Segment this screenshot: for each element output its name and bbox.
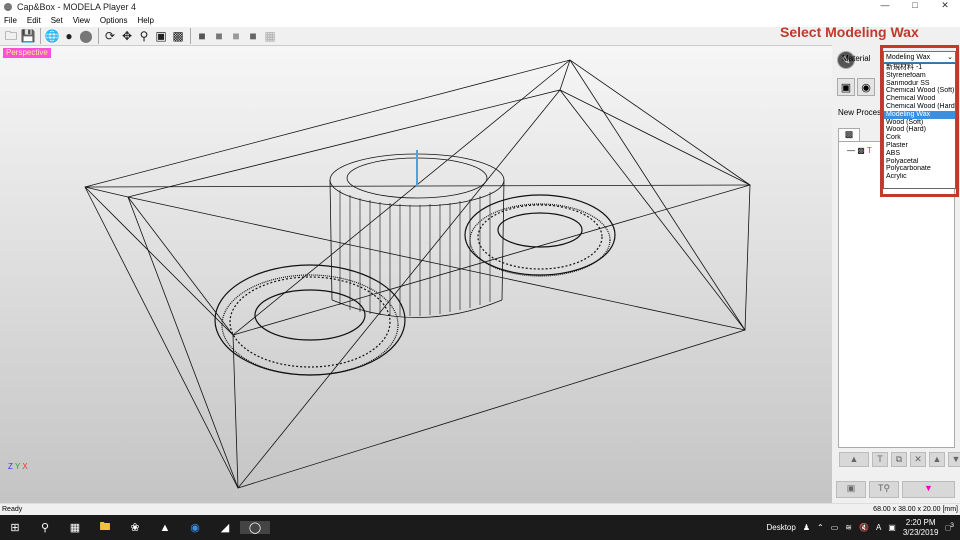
zoom-icon[interactable]: ⚲ <box>136 28 152 44</box>
cut-icon[interactable]: ▼ <box>902 481 955 498</box>
move-down-icon[interactable]: ▼ <box>948 452 960 467</box>
people-icon[interactable]: ♟ <box>803 523 810 532</box>
tool-check-icon[interactable]: T <box>872 452 888 467</box>
status-text: Ready <box>2 506 23 513</box>
view-mode-label: Perspective <box>3 48 51 58</box>
notification-count: 3 <box>950 522 954 530</box>
torus-wireframe <box>214 194 616 376</box>
maximize-button[interactable]: □ <box>900 0 930 11</box>
tool-search-icon[interactable]: T⚲ <box>869 481 899 498</box>
view-front-icon[interactable]: ■ <box>211 28 227 44</box>
menu-view[interactable]: View <box>73 16 90 25</box>
app-icon-3[interactable]: ◉ <box>180 521 210 534</box>
status-bar: Ready 68.00 x 38.00 x 20.00 [mm] <box>0 503 960 515</box>
menu-file[interactable]: File <box>4 16 17 25</box>
notifications-icon[interactable]: □3 <box>945 522 954 533</box>
delete-icon[interactable]: ✕ <box>910 452 926 467</box>
save-icon[interactable]: 💾 <box>20 28 36 44</box>
date: 3/23/2019 <box>902 527 939 537</box>
axis-indicator: Z Y X <box>8 462 28 471</box>
model-setting-icon[interactable]: ◉ <box>857 78 875 96</box>
process-buttons: ▲ T ⧉ ✕ ▲ ▼ <box>839 452 960 467</box>
copy-icon[interactable]: ⧉ <box>891 452 907 467</box>
modela-player-taskbar-icon[interactable]: ◯ <box>240 521 270 534</box>
menu-edit[interactable]: Edit <box>27 16 41 25</box>
app-icon-4[interactable]: ◢ <box>210 521 240 534</box>
preview-icon[interactable]: ▣ <box>836 481 866 498</box>
app-icon <box>4 2 12 11</box>
3d-viewport[interactable] <box>0 46 832 503</box>
menu-help[interactable]: Help <box>137 16 153 25</box>
search-icon[interactable]: ⚲ <box>30 521 60 534</box>
add-process-icon[interactable]: ▲ <box>839 452 869 467</box>
close-button[interactable]: ✕ <box>930 0 960 11</box>
stock-box-wireframe <box>84 59 751 489</box>
separator <box>40 28 41 44</box>
tree-tab[interactable]: ▩ <box>838 128 860 142</box>
view-left-icon[interactable]: ■ <box>245 28 261 44</box>
wireframe-model <box>84 59 751 489</box>
material-label: Material <box>842 54 871 63</box>
wifi-icon[interactable]: ≋ <box>845 523 852 532</box>
ime-icon[interactable]: A <box>876 523 881 532</box>
mute-icon[interactable]: 🔇 <box>859 523 869 532</box>
tree-node-model[interactable]: — ▩ T <box>847 146 872 155</box>
system-tray: Desktop ♟ ⌃ ▭ ≋ 🔇 A ▣ 2:20 PM 3/23/2019 □… <box>766 515 960 540</box>
instruction-callout: Select Modeling Wax <box>780 24 919 40</box>
axis-z: Z <box>8 462 13 471</box>
wireframe-icon[interactable]: 🌐 <box>44 28 60 44</box>
axis-x: X <box>22 462 28 471</box>
highlight-box <box>880 45 959 197</box>
shaded-sphere-icon[interactable]: ⬤ <box>78 28 94 44</box>
toolbar: 🗀 💾 🌐 ● ⬤ ⟳ ✥ ⚲ ▣ ▩ ■ ■ ■ ■ ▦ <box>0 27 832 46</box>
shaded-sphere-grid-icon[interactable]: ● <box>61 28 77 44</box>
windows-start-icon[interactable]: ⊞ <box>0 521 30 534</box>
separator <box>190 28 191 44</box>
cylinder-wireframe <box>329 150 505 318</box>
app-tray-icon[interactable]: ▣ <box>888 523 896 532</box>
menu-set[interactable]: Set <box>51 16 63 25</box>
zoom-region-icon[interactable]: ▩ <box>170 28 186 44</box>
window-controls: — □ ✕ <box>870 0 960 11</box>
new-process-label[interactable]: New Process <box>838 108 885 117</box>
view-right-icon[interactable]: ■ <box>228 28 244 44</box>
stock-setting-icon[interactable]: ▣ <box>837 78 855 96</box>
app-icon-2[interactable]: ▲ <box>150 522 180 534</box>
rotate-icon[interactable]: ⟳ <box>102 28 118 44</box>
clock[interactable]: 2:20 PM 3/23/2019 <box>903 518 939 538</box>
time: 2:20 PM <box>905 517 936 527</box>
title-bar: Cap&Box - MODELA Player 4 <box>0 0 960 13</box>
task-view-icon[interactable]: ▦ <box>60 521 90 534</box>
output-buttons: ▣ T⚲ ▼ <box>836 481 955 498</box>
app-icon-1[interactable]: ❀ <box>120 521 150 534</box>
battery-icon[interactable]: ▭ <box>831 523 839 532</box>
fit-icon[interactable]: ▣ <box>153 28 169 44</box>
view-pattern-icon[interactable]: ▦ <box>262 28 278 44</box>
file-explorer-icon[interactable]: 🖿 <box>90 518 120 537</box>
dimensions-readout: 68.00 x 38.00 x 20.00 [mm] <box>873 506 958 513</box>
separator <box>98 28 99 44</box>
view-iso-icon[interactable]: ■ <box>194 28 210 44</box>
chevron-up-icon[interactable]: ⌃ <box>817 523 824 532</box>
window-title: Cap&Box - MODELA Player 4 <box>17 1 137 12</box>
move-icon[interactable]: ✥ <box>119 28 135 44</box>
minimize-button[interactable]: — <box>870 0 900 11</box>
open-icon[interactable]: 🗀 <box>3 28 19 44</box>
axis-y: Y <box>14 462 21 471</box>
desktop-toolbar[interactable]: Desktop <box>766 523 795 532</box>
menu-options[interactable]: Options <box>100 16 128 25</box>
move-up-icon[interactable]: ▲ <box>929 452 945 467</box>
